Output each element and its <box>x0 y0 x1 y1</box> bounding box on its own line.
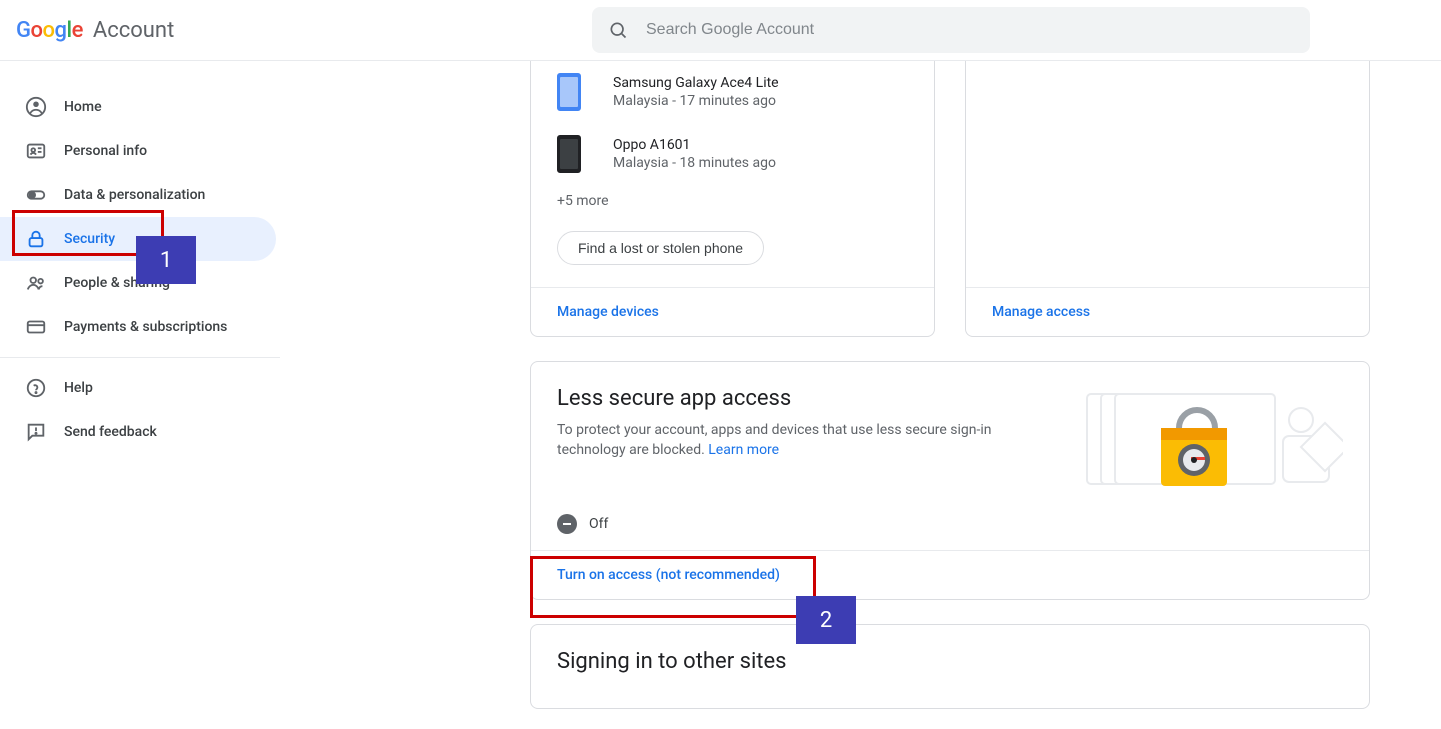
devices-more-link[interactable]: +5 more <box>531 185 934 217</box>
sidebar-item-label: Help <box>64 380 93 396</box>
help-icon <box>24 376 48 400</box>
main-content: Samsung Galaxy Ace4 Lite Malaysia - 17 m… <box>530 61 1370 729</box>
toggle-icon <box>24 183 48 207</box>
device-row[interactable]: Oppo A1601 Malaysia - 18 minutes ago <box>531 123 934 185</box>
device-row[interactable]: Samsung Galaxy Ace4 Lite Malaysia - 17 m… <box>531 61 934 123</box>
search-bar[interactable] <box>592 7 1310 53</box>
sidebar-item-help[interactable]: Help <box>0 366 276 410</box>
manage-devices-link[interactable]: Manage devices <box>531 287 934 336</box>
phone-icon <box>557 73 581 111</box>
third-party-access-card: Manage access <box>965 61 1370 337</box>
lsa-status-text: Off <box>589 516 608 532</box>
sidebar-item-label: Home <box>64 99 102 115</box>
logo-o2: o <box>42 18 54 43</box>
card-icon <box>24 315 48 339</box>
find-lost-phone-button[interactable]: Find a lost or stolen phone <box>557 231 764 265</box>
app-header: G o o g l e Account <box>0 0 1441 61</box>
lsa-illustration <box>1083 390 1343 502</box>
google-logo: G o o g l e <box>16 18 83 43</box>
device-meta: Malaysia - 18 minutes ago <box>613 155 776 171</box>
manage-access-link[interactable]: Manage access <box>966 287 1369 336</box>
devices-card: Samsung Galaxy Ace4 Lite Malaysia - 17 m… <box>530 61 935 337</box>
sidebar-item-label: Payments & subscriptions <box>64 319 227 335</box>
status-off-icon <box>557 514 577 534</box>
sidebar-item-data-personalization[interactable]: Data & personalization <box>0 173 276 217</box>
signing-other-sites-card: Signing in to other sites <box>530 624 1370 709</box>
account-label: Account <box>93 18 174 43</box>
logo-o1: o <box>31 18 43 43</box>
device-meta: Malaysia - 17 minutes ago <box>613 93 779 109</box>
sidebar-item-feedback[interactable]: Send feedback <box>0 410 276 454</box>
device-name: Oppo A1601 <box>613 137 776 153</box>
logo-e: e <box>72 18 83 43</box>
sidebar-item-payments[interactable]: Payments & subscriptions <box>0 305 276 349</box>
learn-more-link[interactable]: Learn more <box>708 442 779 458</box>
logo-g: G <box>16 18 31 43</box>
feedback-icon <box>24 420 48 444</box>
search-icon <box>608 20 628 40</box>
sidebar-item-label: People & sharing <box>64 275 170 291</box>
google-account-logo[interactable]: G o o g l e Account <box>16 18 174 43</box>
sidebar-item-security[interactable]: Security <box>0 217 276 261</box>
lsa-description: To protect your account, apps and device… <box>557 421 1017 460</box>
sidebar-item-people-sharing[interactable]: People & sharing <box>0 261 276 305</box>
lsa-status: Off <box>557 514 1343 534</box>
id-card-icon <box>24 139 48 163</box>
sidebar-item-home[interactable]: Home <box>0 85 276 129</box>
user-circle-icon <box>24 95 48 119</box>
people-icon <box>24 271 48 295</box>
sidebar-item-label: Security <box>64 231 115 247</box>
signing-title: Signing in to other sites <box>557 649 1343 674</box>
search-input[interactable] <box>646 21 1294 39</box>
sidebar-item-label: Send feedback <box>64 424 157 440</box>
less-secure-app-card: Less secure app access To protect your a… <box>530 361 1370 600</box>
turn-on-access-link[interactable]: Turn on access (not recommended) <box>531 550 1369 599</box>
phone-icon <box>557 135 581 173</box>
sidebar-item-label: Data & personalization <box>64 187 205 203</box>
device-name: Samsung Galaxy Ace4 Lite <box>613 75 779 91</box>
sidebar-item-label: Personal info <box>64 143 147 159</box>
lock-icon <box>24 227 48 251</box>
logo-g2: g <box>54 18 66 43</box>
sidebar-nav: Home Personal info Data & personalizatio… <box>0 61 280 454</box>
sidebar-item-personal-info[interactable]: Personal info <box>0 129 276 173</box>
nav-divider <box>0 357 280 358</box>
